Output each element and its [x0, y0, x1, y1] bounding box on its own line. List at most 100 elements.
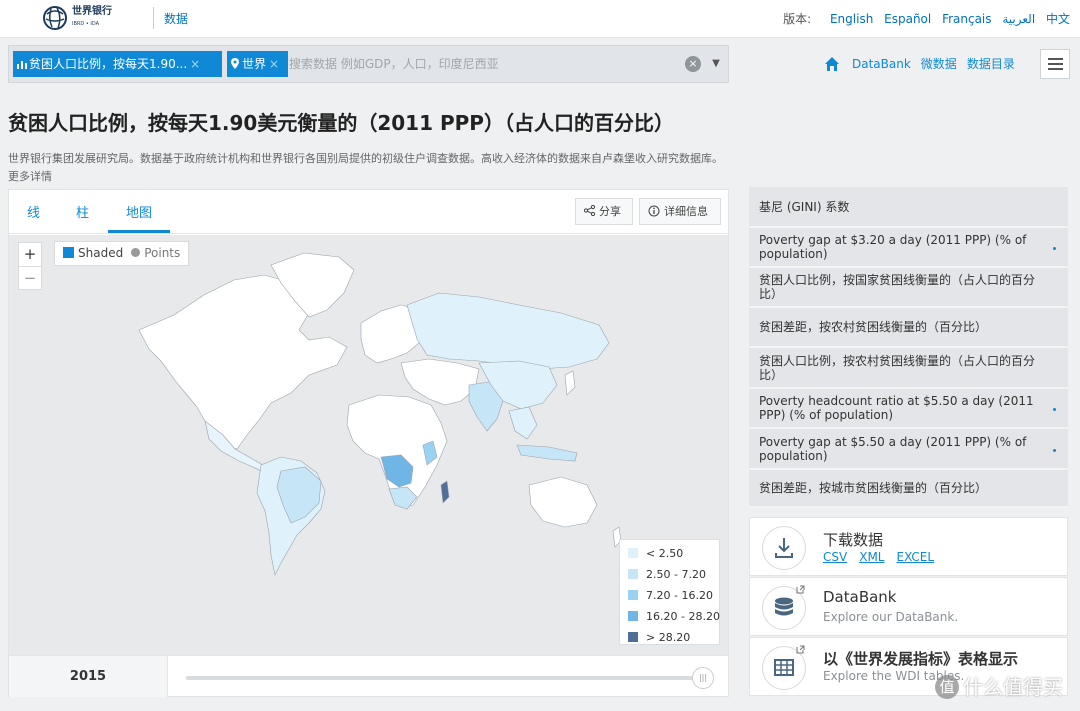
chevron-down-icon[interactable]: ▼ — [709, 55, 723, 73]
page-title: 贫困人口比例，按每天1.90美元衡量的（2011 PPP）（占人口的百分比） — [8, 111, 674, 135]
related-item-label: 贫困人口比例，按农村贫困线衡量的（占人口的百分比） — [759, 353, 1036, 382]
share-label: 分享 — [599, 205, 621, 218]
map-region-russia — [406, 292, 610, 370]
related-item[interactable]: Poverty headcount ratio at $5.50 a day (… — [749, 389, 1068, 429]
map-mode-toggle: Shaded Points — [54, 241, 190, 266]
country-chip[interactable]: 世界 × — [227, 51, 288, 77]
nav-databank[interactable]: DataBank — [852, 57, 911, 71]
related-item[interactable]: Poverty gap at $5.50 a day (2011 PPP) (%… — [749, 429, 1068, 470]
external-link-icon — [796, 585, 805, 594]
shaded-icon[interactable] — [63, 247, 74, 258]
share-icon — [583, 204, 596, 217]
mode-points-label[interactable]: Points — [144, 246, 180, 260]
map-region-japan — [564, 370, 576, 396]
legend-label: 2.50 - 7.20 — [646, 568, 706, 581]
related-item-label: 基尼 (GINI) 系数 — [759, 199, 850, 214]
databank-card[interactable]: DataBank Explore our DataBank. — [749, 577, 1068, 636]
legend-swatch — [628, 548, 638, 558]
related-item[interactable]: 贫困差距，按城市贫困线衡量的（百分比） — [749, 470, 1068, 508]
legend-label: 16.20 - 28.20 — [646, 610, 720, 623]
related-item-label: Poverty gap at $3.20 a day (2011 PPP) (%… — [759, 233, 1027, 261]
indicator-chip[interactable]: 贫困人口比例，按每天1.90... × — [13, 51, 222, 77]
details-button[interactable]: 详细信息 — [639, 198, 721, 225]
share-button[interactable]: 分享 — [575, 198, 633, 225]
map-region-indonesia — [516, 444, 578, 462]
language-arabic[interactable]: العربية — [1002, 12, 1035, 26]
search-input[interactable] — [289, 52, 669, 76]
points-icon[interactable] — [131, 248, 141, 257]
remove-country-icon[interactable]: × — [269, 57, 279, 71]
zoom-in-button[interactable]: + — [19, 243, 41, 266]
language-french[interactable]: Français — [942, 12, 991, 26]
legend-label: > 28.20 — [646, 631, 691, 644]
indicator-chip-label: 贫困人口比例，按每天1.90... — [29, 57, 188, 71]
related-item-label: 贫困差距，按农村贫困线衡量的（百分比） — [759, 320, 988, 334]
related-item-label: Poverty headcount ratio at $5.50 a day (… — [759, 394, 1034, 422]
active-tab-indicator — [108, 230, 170, 233]
site-nav: DataBank 微数据 数据目录 — [824, 55, 1025, 72]
nav-data-catalog[interactable]: 数据目录 — [967, 55, 1015, 72]
related-item-label: 贫困人口比例，按国家贫困线衡量的（占人口的百分比） — [759, 273, 1036, 301]
related-indicators: 基尼 (GINI) 系数 Poverty gap at $3.20 a day … — [749, 187, 1068, 508]
legend-item: 2.50 - 7.20 — [628, 565, 711, 586]
download-csv-link[interactable]: CSV — [823, 550, 847, 564]
legend-item: > 28.20 — [628, 628, 711, 649]
details-label: 详细信息 — [664, 205, 708, 218]
watermark-badge: 值 — [935, 675, 959, 699]
download-icon[interactable] — [762, 526, 806, 570]
indicator-dot — [1053, 448, 1056, 452]
language-spanish[interactable]: Español — [884, 12, 931, 26]
selected-year: 2015 — [9, 656, 168, 697]
databank-subtitle: Explore our DataBank. — [823, 610, 959, 624]
legend-swatch — [628, 611, 638, 621]
year-slider-handle[interactable]: ||| — [692, 667, 714, 689]
language-label: 版本: — [783, 12, 812, 26]
watermark-text: 什么值得买 — [963, 675, 1063, 699]
related-item[interactable]: 贫困差距，按农村贫困线衡量的（百分比） — [749, 308, 1068, 348]
clear-search-icon[interactable]: × — [685, 56, 701, 72]
language-english[interactable]: English — [830, 12, 873, 26]
tab-map[interactable]: 地图 — [126, 202, 152, 221]
search-bar: 贫困人口比例，按每天1.90...× 世界× × ▼ — [8, 45, 729, 83]
indicator-dot — [1053, 408, 1056, 411]
language-chinese[interactable]: 中文 — [1046, 12, 1070, 26]
related-item-label: 贫困差距，按城市贫困线衡量的（百分比） — [759, 481, 988, 495]
indicator-dot — [1053, 247, 1056, 250]
zoom-out-button[interactable]: − — [19, 266, 41, 289]
world-bank-logo[interactable]: 世界银行 IBRD • IDA — [42, 5, 112, 31]
download-xml-link[interactable]: XML — [859, 550, 884, 564]
nav-microdata[interactable]: 微数据 — [921, 55, 957, 72]
download-excel-link[interactable]: EXCEL — [896, 550, 934, 564]
download-links: CSV XML EXCEL — [823, 550, 946, 564]
home-icon[interactable] — [824, 56, 840, 72]
page-description: 世界银行集团发展研究局。数据基于政府统计机构和世界银行各国别局提供的初级住户调查… — [8, 152, 723, 183]
world-map[interactable]: + − Shaded Points < 2.50 2.50 - 7.20 7.20… — [9, 235, 728, 655]
legend-item: 16.20 - 28.20 — [628, 607, 720, 628]
remove-indicator-icon[interactable]: × — [190, 57, 200, 71]
watermark: 值什么值得买 — [935, 671, 1063, 700]
map-legend: < 2.50 2.50 - 7.20 7.20 - 16.20 16.20 - … — [619, 539, 720, 645]
location-pin-icon — [231, 58, 239, 69]
data-section-link[interactable]: 数据 — [164, 10, 188, 27]
year-slider-track[interactable] — [186, 676, 706, 680]
legend-label: < 2.50 — [646, 547, 684, 560]
legend-item: < 2.50 — [628, 544, 711, 565]
related-item[interactable]: Poverty gap at $3.20 a day (2011 PPP) (%… — [749, 228, 1068, 268]
globe-logo-icon — [43, 6, 67, 30]
top-bar: 世界银行 IBRD • IDA 数据 版本: English Español F… — [0, 0, 1080, 38]
related-item[interactable]: 贫困人口比例，按国家贫困线衡量的（占人口的百分比） — [749, 268, 1068, 308]
legend-swatch — [628, 569, 638, 579]
legend-label: 7.20 - 16.20 — [646, 589, 713, 602]
related-item[interactable]: 基尼 (GINI) 系数 — [749, 187, 1068, 228]
tab-line[interactable]: 线 — [27, 202, 40, 221]
legend-item: 7.20 - 16.20 — [628, 586, 713, 607]
language-switcher: 版本: English Español Français العربية 中文 — [783, 10, 1070, 27]
legend-swatch — [628, 590, 638, 600]
hamburger-menu-icon[interactable] — [1040, 49, 1070, 79]
mode-shaded-label[interactable]: Shaded — [78, 246, 123, 260]
divider — [153, 7, 154, 29]
zoom-control: + − — [18, 242, 42, 290]
related-item[interactable]: 贫困人口比例，按农村贫困线衡量的（占人口的百分比） — [749, 348, 1068, 389]
tab-bar[interactable]: 柱 — [76, 202, 89, 221]
external-link-icon — [796, 645, 805, 654]
